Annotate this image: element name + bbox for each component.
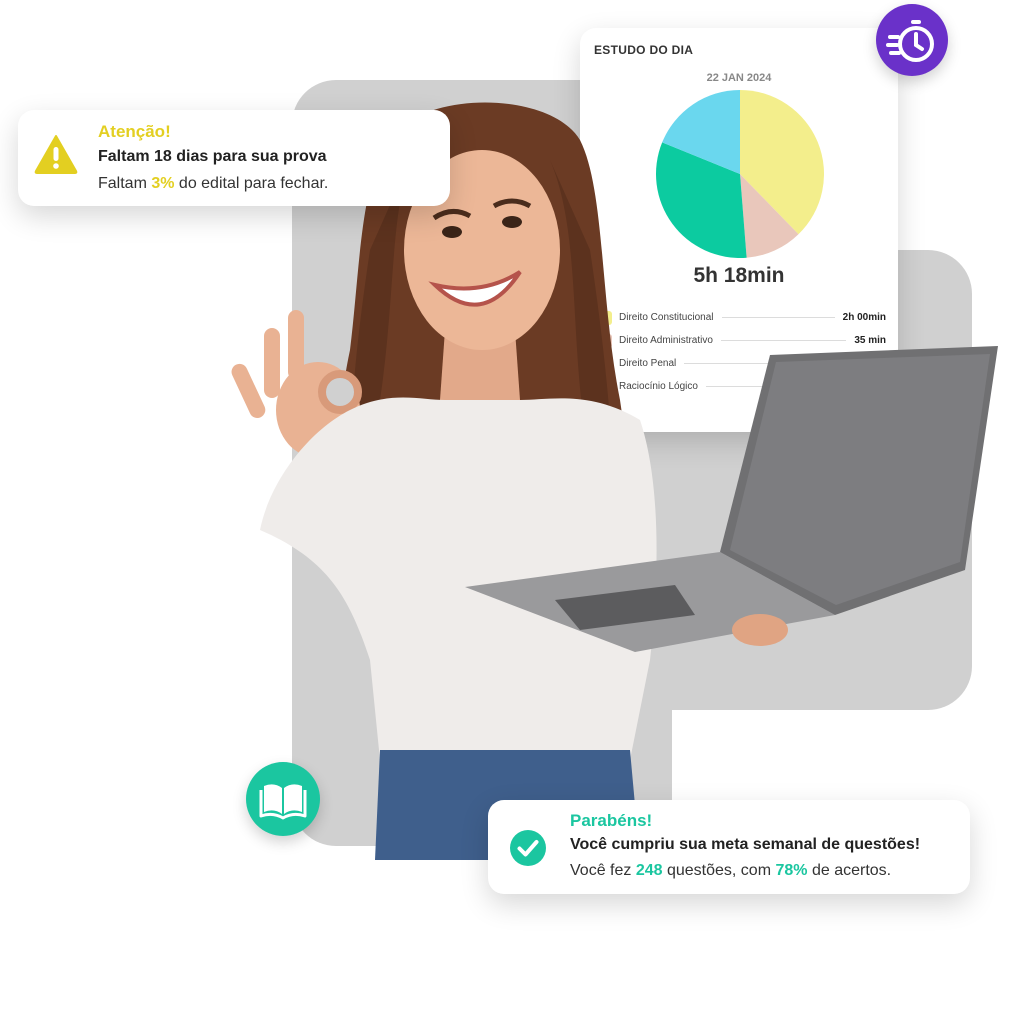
book-badge <box>246 762 320 836</box>
woman-with-laptop-illustration <box>231 102 998 860</box>
summary-middle: questões, com <box>662 862 776 879</box>
congrats-title: Parabéns! <box>570 811 653 830</box>
study-card-date: 22 JAN 2024 <box>706 72 772 84</box>
accuracy-percent: 78% <box>775 862 808 879</box>
stopwatch-icon <box>886 20 934 62</box>
open-book-icon <box>259 784 307 820</box>
edital-percent: 3% <box>151 175 175 192</box>
days-left-text: Faltam 18 dias para sua prova <box>98 148 327 165</box>
edital-text-prefix: Faltam <box>98 175 152 192</box>
study-card-title: ESTUDO DO DIA <box>594 43 694 57</box>
edital-text-suffix: do edital para fechar. <box>174 175 329 192</box>
questions-count: 248 <box>635 862 663 879</box>
summary-prefix: Você fez <box>570 862 636 879</box>
check-circle-icon <box>510 830 546 866</box>
stopwatch-badge <box>876 4 948 76</box>
attention-title: Atenção! <box>98 122 171 141</box>
summary-suffix: de acertos. <box>807 862 892 879</box>
weekly-goal-text: Você cumpriu sua meta semanal de questõe… <box>570 836 921 853</box>
edital-remaining-text: Faltam 3% do edital para fechar. <box>98 175 328 193</box>
warning-icon <box>34 135 78 174</box>
questions-summary-text: Você fez 248 questões, com 78% de acerto… <box>570 862 891 880</box>
